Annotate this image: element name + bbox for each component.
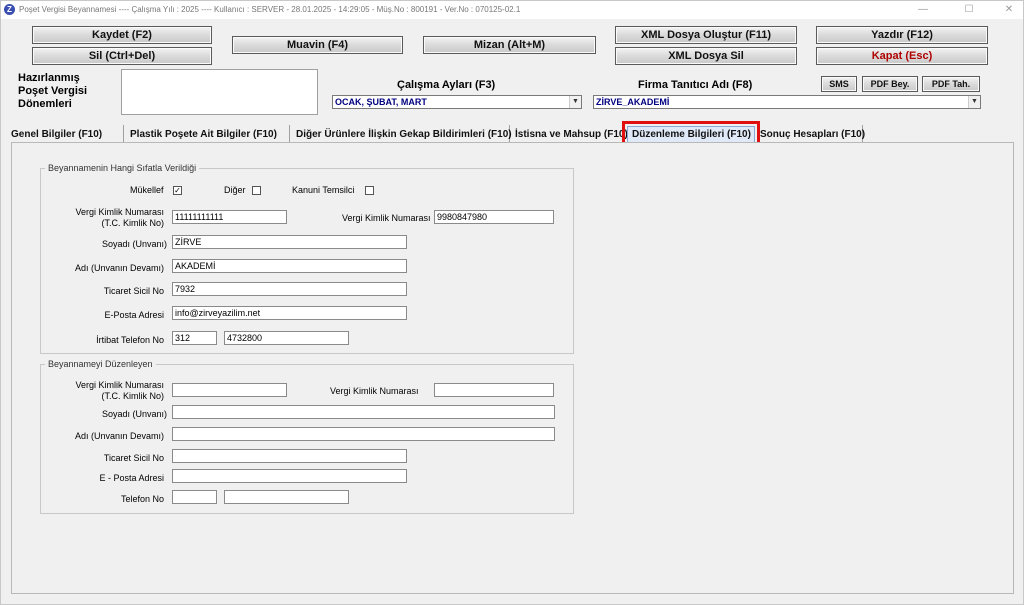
preparer-vkn-label-line1: Vergi Kimlik Numarası: [75, 380, 164, 390]
preparer-adi-input[interactable]: [172, 427, 555, 441]
window-title: Poşet Vergisi Beyannamesi ---- Çalışma Y…: [19, 5, 521, 14]
app-window: Z Poşet Vergisi Beyannamesi ---- Çalışma…: [0, 0, 1024, 605]
ticaret-input[interactable]: 7932: [172, 282, 407, 296]
vkn-label-line2: (T.C. Kimlik No): [101, 218, 165, 228]
periods-label-line2: Poşet Vergisi: [18, 85, 88, 97]
preparer-tel-area-input[interactable]: [172, 490, 217, 504]
months-combo-value: OCAK, ŞUBAT, MART: [335, 97, 427, 107]
muavin-button[interactable]: Muavin (F4): [232, 36, 403, 54]
tab-panel: Beyannamenin Hangi Sıfatla Verildiği Mük…: [11, 142, 1014, 594]
pdf-bey-button[interactable]: PDF Bey.: [862, 76, 918, 92]
soyadi-label: Soyadı (Unvanı): [102, 239, 168, 249]
eposta-input[interactable]: info@zirveyazilim.net: [172, 306, 407, 320]
preparer-vkn-label: Vergi Kimlik Numarası (T.C. Kimlik No): [74, 380, 164, 402]
company-combo[interactable]: ZİRVE_AKADEMİ ▼: [593, 95, 981, 109]
periods-label-line1: Hazırlanmış: [18, 72, 80, 84]
preparer-eposta-label: E - Posta Adresi: [99, 473, 164, 483]
chevron-down-icon[interactable]: ▼: [569, 96, 581, 108]
periods-list[interactable]: [121, 69, 318, 115]
tel-label: İrtibat Telefon No: [96, 335, 164, 345]
xml-create-button[interactable]: XML Dosya Oluştur (F11): [615, 26, 797, 44]
vkn2-label: Vergi Kimlik Numarası: [342, 213, 431, 223]
close-button[interactable]: Kapat (Esc): [816, 47, 988, 65]
preparer-ticaret-label: Ticaret Sicil No: [103, 453, 164, 463]
months-label: Çalışma Ayları (F3): [397, 79, 496, 91]
diger-label: Diğer: [224, 185, 246, 195]
preparer-ticaret-input[interactable]: [172, 449, 407, 463]
company-combo-value: ZİRVE_AKADEMİ: [596, 97, 670, 107]
company-label: Firma Tanıtıcı Adı (F8): [638, 79, 753, 91]
adi-input[interactable]: AKADEMİ: [172, 259, 407, 273]
save-button[interactable]: Kaydet (F2): [32, 26, 212, 44]
vkn-input[interactable]: 11111111111: [172, 210, 287, 224]
close-window-button[interactable]: ✕: [989, 2, 1024, 18]
preparer-group-legend: Beyannameyi Düzenleyen: [48, 359, 153, 369]
preparer-adi-label: Adı (Unvanın Devamı): [74, 431, 164, 441]
ticaret-label: Ticaret Sicil No: [103, 286, 164, 296]
preparer-vkn-input[interactable]: [172, 383, 287, 397]
title-bar: Z Poşet Vergisi Beyannamesi ---- Çalışma…: [1, 1, 1023, 19]
soyadi-input[interactable]: ZİRVE: [172, 235, 407, 249]
months-combo[interactable]: OCAK, ŞUBAT, MART ▼: [332, 95, 582, 109]
print-button[interactable]: Yazdır (F12): [816, 26, 988, 44]
app-logo-icon: Z: [4, 4, 15, 15]
xml-delete-button[interactable]: XML Dosya Sil: [615, 47, 797, 65]
vkn2-input[interactable]: 9980847980: [434, 210, 554, 224]
declarant-group-legend: Beyannamenin Hangi Sıfatla Verildiği: [48, 163, 197, 173]
kanuni-label: Kanuni Temsilci: [292, 185, 355, 195]
mizan-button[interactable]: Mizan (Alt+M): [423, 36, 596, 54]
preparer-eposta-input[interactable]: [172, 469, 407, 483]
pdf-tah-button[interactable]: PDF Tah.: [922, 76, 980, 92]
periods-label-line3: Dönemleri: [18, 98, 72, 110]
diger-checkbox[interactable]: [252, 186, 261, 195]
preparer-tel-label: Telefon No: [120, 494, 164, 504]
delete-button[interactable]: Sil (Ctrl+Del): [32, 47, 212, 65]
preparer-tel-number-input[interactable]: [224, 490, 349, 504]
vkn-label-line1: Vergi Kimlik Numarası: [75, 207, 164, 217]
mukellef-checkbox[interactable]: ✓: [173, 186, 182, 195]
preparer-vkn-label-line2: (T.C. Kimlik No): [101, 391, 165, 401]
eposta-label: E-Posta Adresi: [104, 310, 164, 320]
kanuni-checkbox[interactable]: [365, 186, 374, 195]
preparer-soyadi-input[interactable]: [172, 405, 555, 419]
maximize-button[interactable]: ☐: [949, 2, 989, 18]
tel-number-input[interactable]: 4732800: [224, 331, 349, 345]
mukellef-label: Mükellef: [130, 185, 164, 195]
chevron-down-icon[interactable]: ▼: [968, 96, 980, 108]
tel-area-input[interactable]: 312: [172, 331, 217, 345]
vkn-label: Vergi Kimlik Numarası (T.C. Kimlik No): [74, 207, 164, 229]
minimize-button[interactable]: —: [903, 2, 943, 18]
preparer-soyadi-label: Soyadı (Unvanı): [102, 409, 168, 419]
adi-label: Adı (Unvanın Devamı): [74, 263, 164, 273]
preparer-vkn2-input[interactable]: [434, 383, 554, 397]
sms-button[interactable]: SMS: [821, 76, 857, 92]
preparer-vkn2-label: Vergi Kimlik Numarası: [330, 386, 419, 396]
